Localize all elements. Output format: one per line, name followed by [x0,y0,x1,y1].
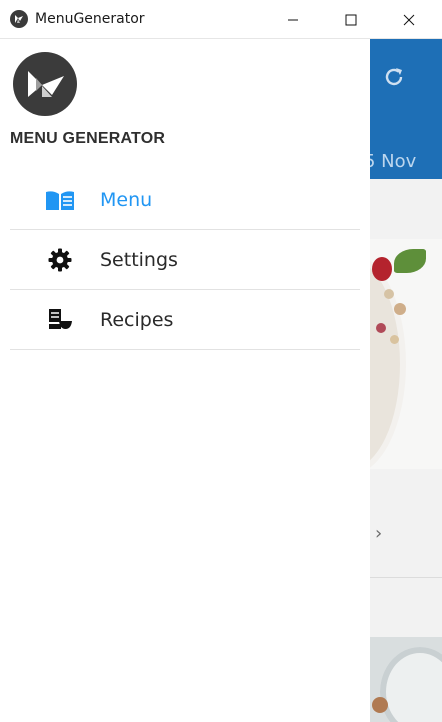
drawer-item-menu[interactable]: Menu [10,170,360,230]
background-app: 5 Nov › [370,39,442,722]
drawer-item-label: Settings [100,249,178,271]
window-title: MenuGenerator [35,11,145,27]
maximize-button[interactable] [328,0,374,39]
drawer-item-settings[interactable]: Settings [10,230,360,290]
drawer-item-recipes[interactable]: Recipes [10,290,360,350]
background-header: 5 Nov [370,39,442,179]
window-titlebar: MenuGenerator [0,0,442,39]
navigation-drawer: MENU GENERATOR Menu Settings Recipes [0,39,370,722]
drawer-item-label: Menu [100,189,153,211]
food-image-bottom [370,637,442,722]
background-divider [370,577,442,578]
minimize-button[interactable] [270,0,316,39]
app-logo [13,52,77,116]
chevron-right-icon[interactable]: › [375,523,382,544]
drawer-item-label: Recipes [100,309,174,331]
background-date: 5 Nov [370,151,417,172]
app-icon [10,10,28,28]
recipe-list-icon [45,308,75,332]
book-open-icon [45,188,75,212]
gear-icon [45,248,75,272]
close-button[interactable] [386,0,432,39]
food-image [370,239,442,469]
refresh-icon[interactable] [382,65,406,94]
drawer-title: MENU GENERATOR [10,130,166,147]
